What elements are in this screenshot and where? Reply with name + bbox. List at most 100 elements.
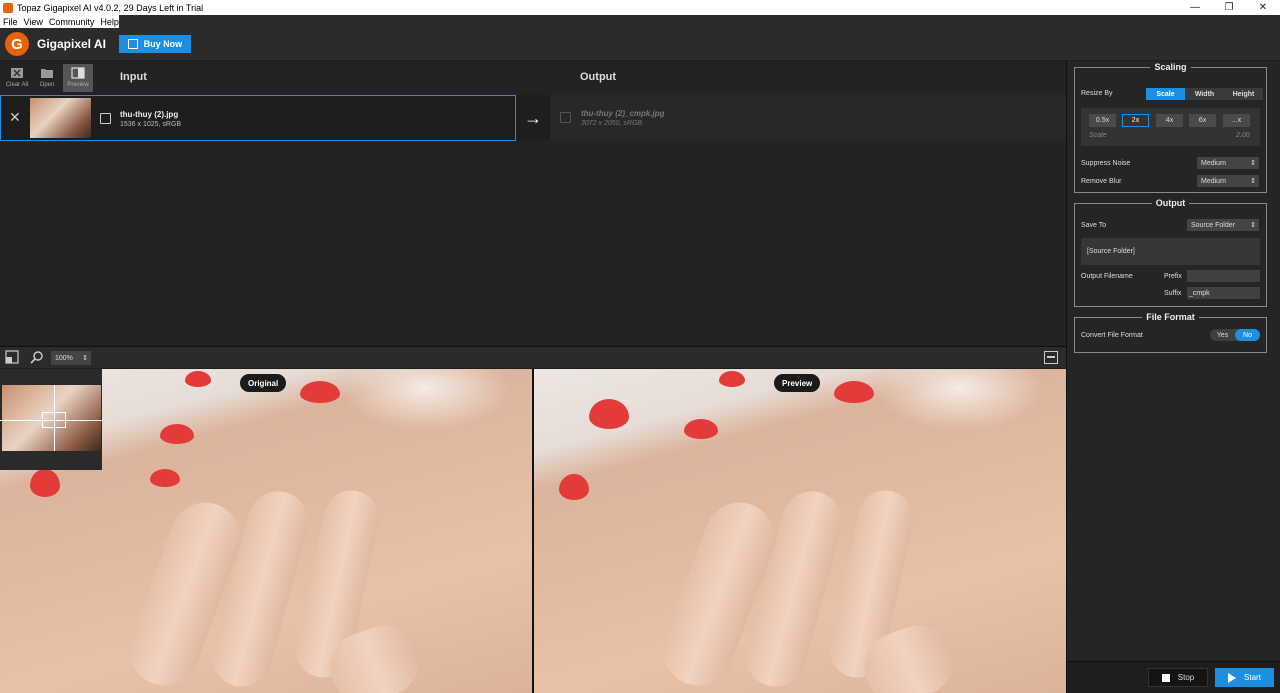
resize-by-label: Resize By (1081, 90, 1113, 97)
pattern-shape (300, 381, 340, 403)
resize-mode-selector: Scale Width Height (1146, 88, 1263, 100)
zoom-value: 100% (55, 354, 73, 362)
fit-view-icon[interactable] (5, 350, 19, 364)
output-folder-path[interactable]: [Source Folder] (1081, 238, 1260, 265)
app-header: G Gigapixel AI Buy Now (0, 28, 1280, 60)
buy-now-label: Buy Now (143, 39, 183, 49)
scale-value[interactable]: 2.00 (1236, 132, 1250, 139)
suppress-noise-select[interactable]: Medium (1197, 157, 1259, 169)
start-label: Start (1244, 673, 1261, 682)
suppress-noise-label: Suppress Noise (1081, 160, 1131, 167)
input-file-name: thu-thuy (2).jpg (120, 110, 179, 119)
menu-file[interactable]: File (0, 17, 21, 27)
output-filename-label: Output Filename (1081, 273, 1133, 280)
scale-6x-button[interactable]: 6x (1189, 114, 1216, 127)
suffix-input[interactable]: _cmpk (1187, 287, 1260, 299)
stop-icon (1161, 673, 1170, 682)
suffix-label: Suffix (1164, 290, 1182, 297)
clear-all-button[interactable]: Clear All (2, 64, 32, 92)
start-button[interactable]: Start (1215, 668, 1274, 687)
preview-icon (71, 67, 85, 79)
open-button[interactable]: Open (32, 64, 62, 92)
scale-options: 0.5x 2x 4x 6x ...x Scale 2.00 (1081, 108, 1260, 146)
clear-all-label: Clear All (5, 82, 29, 88)
input-column-header: Input (120, 71, 147, 83)
output-file-name: thu-thuy (2)_cmpk.jpg (581, 109, 665, 118)
convert-format-label: Convert File Format (1081, 332, 1143, 339)
remove-file-icon[interactable]: ✕ (9, 109, 21, 126)
save-to-select[interactable]: Source Folder (1187, 219, 1259, 231)
arrow-right-icon: → (516, 95, 550, 141)
output-column-header: Output (580, 71, 617, 83)
navigator-minimap[interactable] (0, 369, 102, 470)
scaling-title: Scaling (1150, 62, 1191, 72)
preview-image-pane[interactable]: Preview (534, 369, 1066, 693)
pattern-shape (559, 474, 589, 500)
window-title: Topaz Gigapixel AI v4.0.2, 29 Days Left … (17, 2, 204, 13)
mode-height[interactable]: Height (1224, 88, 1263, 100)
output-group: Output Save To Source Folder [Source Fol… (1074, 198, 1267, 307)
minimize-icon[interactable]: — (1178, 0, 1212, 15)
original-label: Original (240, 374, 287, 392)
output-title: Output (1151, 198, 1190, 208)
mode-scale[interactable]: Scale (1146, 88, 1185, 100)
scaling-group: Scaling Resize By Scale Width Height 0.5… (1074, 62, 1267, 193)
zoom-icon[interactable] (30, 350, 44, 364)
preview-toolbar: 100% ⇕ (0, 346, 1066, 368)
pattern-shape (719, 371, 745, 387)
pattern-shape (834, 381, 874, 403)
zoom-select[interactable]: 100% ⇕ (51, 351, 91, 365)
preview-button[interactable]: Preview (63, 64, 93, 92)
title-bar: Topaz Gigapixel AI v4.0.2, 29 Days Left … (0, 0, 1280, 15)
restore-icon[interactable]: ❐ (1212, 0, 1246, 15)
pattern-shape (684, 419, 718, 439)
menu-bar-fill (119, 15, 1280, 28)
file-format-title: File Format (1142, 312, 1199, 322)
scale-custom-button[interactable]: ...x (1223, 114, 1250, 127)
input-thumbnail (30, 98, 91, 138)
folder-icon (41, 69, 53, 78)
remove-blur-label: Remove Blur (1081, 178, 1122, 185)
settings-sidebar: Scaling Resize By Scale Width Height 0.5… (1066, 61, 1280, 693)
close-window-icon[interactable]: ✕ (1246, 0, 1280, 15)
prefix-label: Prefix (1164, 273, 1182, 280)
toggle-yes[interactable]: Yes (1210, 329, 1235, 341)
collapse-icon[interactable] (1044, 351, 1058, 364)
clear-all-icon (11, 68, 23, 78)
output-file-row: thu-thuy (2)_cmpk.jpg 3072 x 2050, sRGB (550, 95, 1066, 141)
scale-0-5x-button[interactable]: 0.5x (1089, 114, 1116, 127)
pattern-shape (150, 469, 180, 487)
menu-community[interactable]: Community (46, 17, 98, 27)
convert-format-toggle[interactable]: Yes No (1210, 329, 1260, 341)
external-link-icon (127, 39, 138, 49)
scale-2x-button[interactable]: 2x (1122, 114, 1149, 127)
gigapixel-logo-icon: G (5, 32, 29, 56)
buy-now-button[interactable]: Buy Now (118, 35, 191, 53)
pane-divider[interactable] (532, 369, 534, 693)
stop-button[interactable]: Stop (1148, 668, 1208, 687)
minimap-viewport[interactable] (42, 412, 66, 428)
open-external-icon[interactable] (100, 113, 111, 124)
file-format-group: File Format Convert File Format Yes No (1074, 312, 1267, 353)
stop-label: Stop (1177, 673, 1195, 682)
menu-bar: File View Community Help (0, 15, 119, 28)
menu-view[interactable]: View (21, 17, 46, 27)
app-icon (3, 2, 13, 13)
brand-name: Gigapixel AI (37, 37, 106, 51)
scale-4x-button[interactable]: 4x (1156, 114, 1183, 127)
zoom-stepper-icon: ⇕ (82, 355, 88, 362)
output-file-meta: 3072 x 2050, sRGB (581, 120, 643, 127)
app-window: Topaz Gigapixel AI v4.0.2, 29 Days Left … (0, 0, 1280, 693)
mode-width[interactable]: Width (1185, 88, 1224, 100)
preview-pane-label: Preview (774, 374, 821, 392)
remove-blur-select[interactable]: Medium (1197, 175, 1259, 187)
save-to-label: Save To (1081, 222, 1107, 229)
input-file-row[interactable]: ✕ thu-thuy (2).jpg 1536 x 1025, sRGB (0, 95, 516, 141)
output-external-icon (560, 112, 571, 123)
pattern-shape (160, 424, 194, 444)
preview-label: Preview (67, 82, 89, 88)
toggle-no[interactable]: No (1235, 329, 1260, 341)
prefix-input[interactable] (1187, 270, 1260, 282)
open-label: Open (39, 82, 55, 88)
action-bar: Stop Start (1067, 661, 1280, 693)
